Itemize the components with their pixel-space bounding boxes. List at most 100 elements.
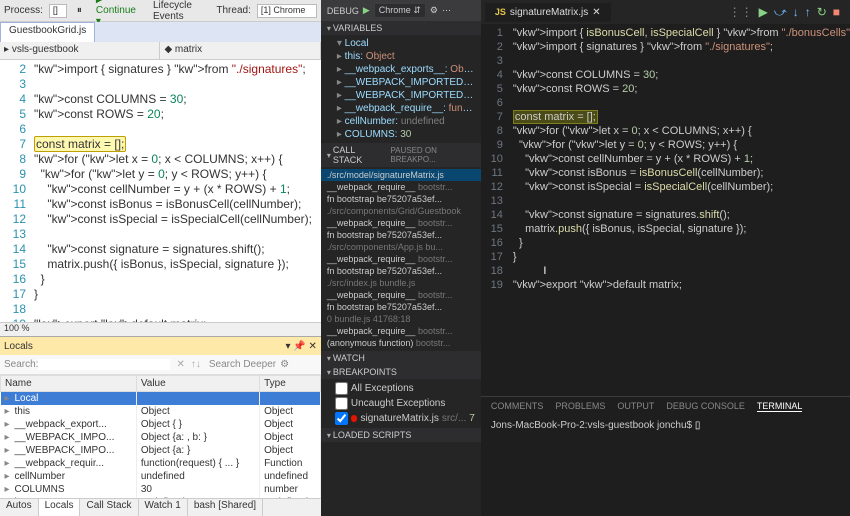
locals-search-deeper[interactable]: Search Deeper bbox=[209, 359, 276, 370]
stack-frame[interactable]: __webpack_require__ bootstr... bbox=[321, 181, 481, 193]
locals-row[interactable]: ▸__WEBPACK_IMPO...Object {a: , b: }Objec… bbox=[1, 431, 321, 444]
context-symbol[interactable]: ◆ matrix bbox=[160, 42, 320, 59]
terminal-tab[interactable]: COMMENTS bbox=[491, 401, 544, 412]
variable-row[interactable]: ▸ __WEBPACK_IMPORTED_MODULE_1__ bbox=[321, 89, 481, 102]
debug-restart-icon[interactable]: ↻ bbox=[817, 5, 827, 20]
stack-frame[interactable]: ./src/components/Grid/Guestbook bbox=[321, 205, 481, 217]
variable-row[interactable]: ▸ cellNumber: undefined bbox=[321, 115, 481, 128]
debug-drag-icon[interactable]: ⋮⋮ bbox=[729, 5, 753, 20]
thread-dropdown[interactable]: [1] Chrome bbox=[257, 4, 317, 18]
terminal-tab[interactable]: TERMINAL bbox=[757, 401, 803, 412]
terminal-tab[interactable]: DEBUG CONSOLE bbox=[666, 401, 745, 412]
locals-title-text: Locals bbox=[4, 341, 33, 352]
locals-search-next-icon[interactable]: ↓ bbox=[196, 359, 201, 370]
variable-row[interactable]: ▸ __webpack_exports__: Object ... bbox=[321, 63, 481, 76]
debug-continue-icon[interactable]: ▶ bbox=[759, 5, 768, 20]
locals-panel: Locals ▾ 📌 ✕ Search: ✕ ↑ ↓ Search Deeper… bbox=[0, 336, 321, 516]
debug-config-select[interactable]: Chrome ⇵ bbox=[374, 3, 426, 18]
stack-frame[interactable]: __webpack_require__ bootstr... bbox=[321, 325, 481, 337]
debug-header: DEBUG ▶ Chrome ⇵ ⚙ ⋯ bbox=[321, 0, 481, 21]
locals-row[interactable]: ▸__webpack_export...Object { }Object bbox=[1, 418, 321, 431]
variable-row[interactable]: ▸ this: Object bbox=[321, 50, 481, 63]
bp-file[interactable]: signatureMatrix.js src/... 7 bbox=[321, 411, 481, 426]
debug-step-out-icon[interactable]: ↑ bbox=[805, 5, 811, 20]
locals-pin-icon[interactable]: ▾ 📌 ✕ bbox=[285, 341, 316, 352]
stack-frame[interactable]: fn bootstrap be75207a53ef... bbox=[321, 193, 481, 205]
visual-studio-pane: Process: [] ⏸ ▶ Continue ▾ Lifecycle Eve… bbox=[0, 0, 321, 516]
bp-all-exceptions[interactable]: All Exceptions bbox=[321, 381, 481, 396]
locals-search-row: Search: ✕ ↑ ↓ Search Deeper ⚙ bbox=[0, 355, 321, 375]
vscode-code-area[interactable]: "vkw">import { isBonusCell, isSpecialCel… bbox=[509, 24, 850, 396]
terminal-tab[interactable]: OUTPUT bbox=[617, 401, 654, 412]
stack-frame[interactable]: ./src/components/App.js bu... bbox=[321, 241, 481, 253]
stack-frame[interactable]: fn bootstrap be75207a53ef... bbox=[321, 229, 481, 241]
editor-tab[interactable]: GuestbookGrid.js bbox=[0, 22, 95, 42]
vscode-editor-tab[interactable]: JS signatureMatrix.js ✕ bbox=[485, 3, 611, 22]
locals-row[interactable]: ▸__webpack_requir...function(request) { … bbox=[1, 457, 321, 470]
terminal-tabs: COMMENTS PROBLEMS OUTPUT DEBUG CONSOLE TERMI… bbox=[481, 397, 850, 416]
breakpoints-section-header[interactable]: BREAKPOINTS bbox=[321, 365, 481, 379]
stack-frame[interactable]: __webpack_require__ bootstr... bbox=[321, 253, 481, 265]
vs-toolbar: Process: [] ⏸ ▶ Continue ▾ Lifecycle Eve… bbox=[0, 0, 321, 22]
locals-tab[interactable]: Watch 1 bbox=[139, 499, 188, 516]
callstack-section-header[interactable]: CALL STACK PAUSED ON BREAKPO... bbox=[321, 143, 481, 167]
close-tab-icon[interactable]: ✕ bbox=[592, 7, 600, 18]
variable-row[interactable]: ▸ COLUMNS: 30 bbox=[321, 128, 481, 141]
terminal-body[interactable]: Jons-MacBook-Pro-2:vsls-guestbook jonchu… bbox=[481, 416, 850, 516]
context-project[interactable]: ▸ vsls-guestbook bbox=[0, 42, 160, 59]
locals-grid[interactable]: NameValueType ▸Local▸thisObjectObject▸__… bbox=[0, 375, 321, 498]
stack-frame[interactable]: (anonymous function) bootstr... bbox=[321, 337, 481, 349]
variable-row[interactable]: ▸ __webpack_require__: functio... bbox=[321, 102, 481, 115]
locals-row[interactable]: ▸COLUMNS30number bbox=[1, 483, 321, 496]
stack-frame[interactable]: fn bootstrap be75207a53ef... bbox=[321, 265, 481, 277]
locals-tab[interactable]: bash [Shared] bbox=[188, 499, 263, 516]
locals-tab[interactable]: Autos bbox=[0, 499, 39, 516]
debug-stop-icon[interactable]: ■ bbox=[833, 5, 840, 20]
vs-gutter: 2345678910111213141516171819 bbox=[0, 60, 30, 322]
variable-row[interactable]: ▸ __WEBPACK_IMPORTED_MODULE_0__ bbox=[321, 76, 481, 89]
locals-search-label: Search: bbox=[4, 359, 38, 370]
debug-more-icon[interactable]: ⋯ bbox=[442, 5, 451, 16]
terminal-tab[interactable]: PROBLEMS bbox=[555, 401, 605, 412]
locals-search-input[interactable] bbox=[38, 359, 170, 370]
locals-tab[interactable]: Call Stack bbox=[80, 499, 138, 516]
watch-section-header[interactable]: WATCH bbox=[321, 351, 481, 365]
debug-label: DEBUG bbox=[327, 6, 359, 16]
debug-step-over-icon[interactable]: ⤻ bbox=[774, 5, 787, 20]
vscode-editor[interactable]: 12345678910111213141516171819 "vkw">impo… bbox=[481, 24, 850, 396]
vscode-main: JS signatureMatrix.js ✕ ⋮⋮ ▶ ⤻ ↓ ↑ ↻ ■ 1… bbox=[481, 0, 850, 516]
bp-uncaught-exceptions[interactable]: Uncaught Exceptions bbox=[321, 396, 481, 411]
loaded-scripts-section-header[interactable]: LOADED SCRIPTS bbox=[321, 428, 481, 442]
locals-row[interactable]: ▸Local bbox=[1, 392, 321, 406]
stack-frame[interactable]: fn bootstrap be75207a53ef... bbox=[321, 301, 481, 313]
stack-frame[interactable]: ./src/index.js bundle.js bbox=[321, 277, 481, 289]
locals-row[interactable]: ▸thisObjectObject bbox=[1, 405, 321, 418]
thread-label: Thread: bbox=[216, 5, 250, 16]
locals-row[interactable]: ▸__WEBPACK_IMPO...Object {a: }Object bbox=[1, 444, 321, 457]
vs-editor[interactable]: 2345678910111213141516171819 "kw">import… bbox=[0, 60, 321, 322]
stack-frame[interactable]: __webpack_require__ bootstr... bbox=[321, 217, 481, 229]
debug-controls: ⋮⋮ ▶ ⤻ ↓ ↑ ↻ ■ bbox=[723, 5, 846, 20]
debug-step-into-icon[interactable]: ↓ bbox=[793, 5, 799, 20]
variables-scope-local[interactable]: ▾ Local bbox=[321, 37, 481, 50]
locals-row[interactable]: ▸cellNumberundefinedundefined bbox=[1, 470, 321, 483]
pause-icon[interactable]: ⏸ bbox=[73, 5, 86, 16]
stack-frame[interactable]: __webpack_require__ bootstr... bbox=[321, 289, 481, 301]
variables-section-header[interactable]: VARIABLES bbox=[321, 21, 481, 35]
vs-code-area[interactable]: "kw">import { signatures } "kw">from "./… bbox=[30, 60, 321, 322]
debug-start-icon[interactable]: ▶ bbox=[363, 5, 370, 16]
locals-search-clear-icon[interactable]: ✕ bbox=[176, 359, 184, 370]
debug-settings-icon[interactable]: ⚙ bbox=[430, 5, 438, 16]
vs-zoom-indicator[interactable]: 100 % bbox=[0, 322, 321, 336]
vs-context-bar: ▸ vsls-guestbook ◆ matrix bbox=[0, 42, 321, 60]
locals-search-settings-icon[interactable]: ⚙ bbox=[280, 359, 289, 370]
stack-frame[interactable]: ./src/model/signatureMatrix.js bbox=[321, 169, 481, 181]
process-dropdown[interactable]: [] bbox=[49, 4, 67, 18]
stack-frame[interactable]: 0 bundle.js 41768:18 bbox=[321, 313, 481, 325]
breakpoints-body: All Exceptions Uncaught Exceptions signa… bbox=[321, 379, 481, 428]
debug-sidebar: DEBUG ▶ Chrome ⇵ ⚙ ⋯ VARIABLES ▾ Local ▸… bbox=[321, 0, 481, 516]
locals-tab[interactable]: Locals bbox=[39, 499, 81, 516]
terminal-cursor: ▯ bbox=[695, 420, 701, 431]
js-file-icon: JS bbox=[495, 7, 506, 17]
lifecycle-button[interactable]: Lifecycle Events bbox=[149, 0, 210, 22]
